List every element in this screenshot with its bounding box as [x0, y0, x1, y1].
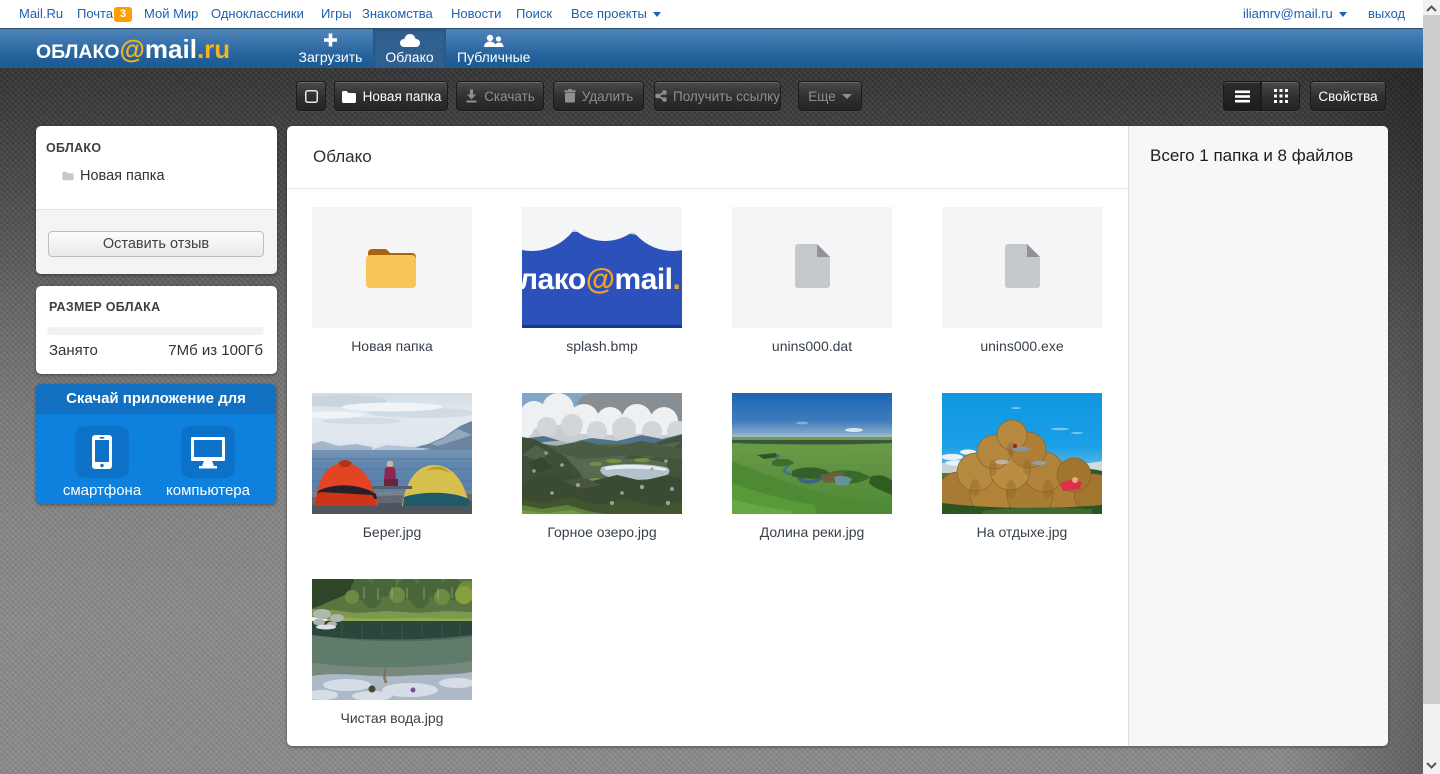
- svg-text:лако@mail.r: лако@mail.r: [522, 263, 682, 296]
